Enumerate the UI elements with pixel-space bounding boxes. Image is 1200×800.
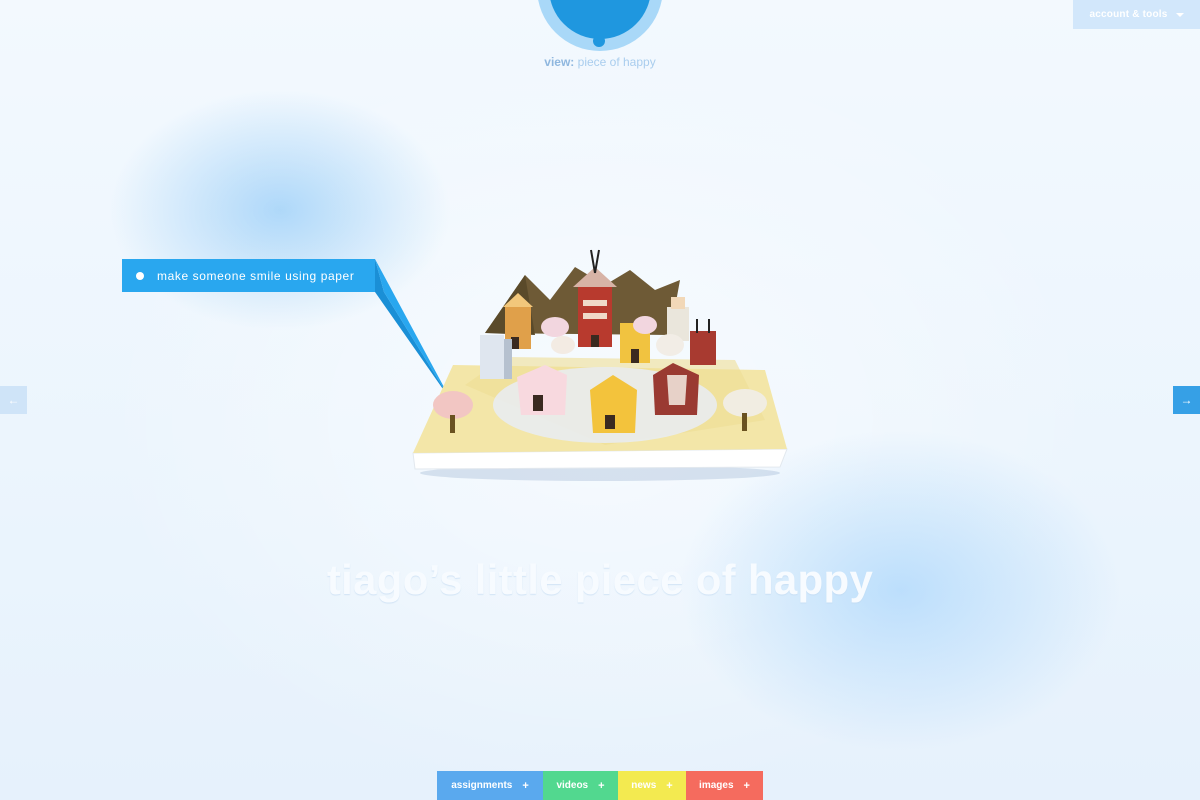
tab-images[interactable]: images + [686, 771, 763, 800]
bottom-tab-bar: assignments + videos + news + images + [437, 771, 763, 800]
account-tools-label: account & tools [1089, 9, 1168, 20]
tab-assignments[interactable]: assignments + [437, 771, 543, 800]
tab-news-label: news [631, 780, 657, 791]
tab-videos[interactable]: videos + [543, 771, 618, 800]
plus-icon: + [743, 779, 750, 792]
site-logo[interactable] [537, 0, 663, 51]
callout-text: make someone smile using paper [157, 268, 355, 283]
logo-dot [593, 35, 605, 47]
view-label: view: [544, 55, 575, 69]
hotspot-callout[interactable]: make someone smile using paper [122, 259, 375, 292]
plus-icon: + [598, 779, 605, 792]
tab-assignments-label: assignments [451, 780, 513, 791]
plus-icon: + [522, 779, 529, 792]
tab-images-label: images [699, 780, 734, 791]
bullet-dot-icon [136, 271, 144, 280]
tab-news[interactable]: news + [618, 771, 686, 800]
view-indicator: view: piece of happy [0, 55, 1200, 69]
prev-button[interactable]: ← [0, 386, 27, 414]
tab-videos-label: videos [556, 780, 589, 791]
view-value[interactable]: piece of happy [578, 55, 656, 69]
chevron-down-icon [1175, 12, 1184, 17]
paper-diorama-image[interactable] [405, 245, 795, 485]
next-button[interactable]: → [1173, 386, 1200, 414]
account-tools-button[interactable]: account & tools [1073, 0, 1200, 29]
arrow-right-icon: → [1180, 393, 1193, 407]
plus-icon: + [666, 779, 673, 792]
arrow-left-icon: ← [7, 393, 20, 407]
page-title: tiago’s little piece of happy [326, 556, 874, 603]
